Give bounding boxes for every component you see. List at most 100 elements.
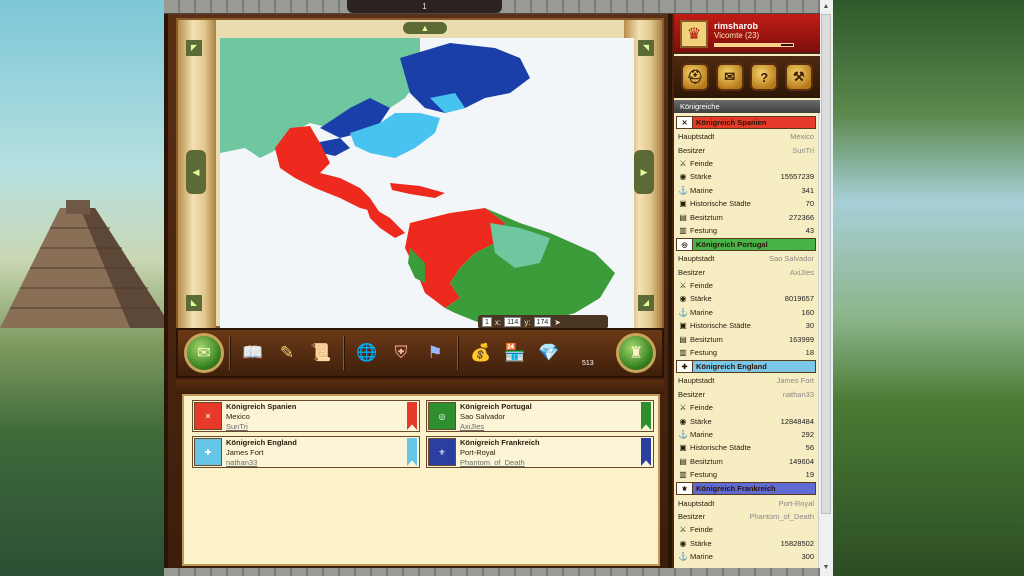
world-map[interactable] <box>220 38 634 330</box>
stat-value[interactable]: Phantom_of_Death <box>749 512 814 521</box>
stat-value[interactable]: AxiJIes <box>790 268 814 277</box>
americas-territory-map[interactable] <box>220 38 634 330</box>
treasure-button[interactable]: 💰 <box>467 339 495 367</box>
kingdom-card-owner-link[interactable]: SunTri <box>226 422 404 432</box>
stat-icon: ▤ <box>679 334 687 344</box>
stat-label-group: ▥ Festung <box>678 470 717 479</box>
kingdom-card-ribbon <box>407 402 417 430</box>
stat-value: 12848484 <box>780 416 814 426</box>
stat-label-group: ▣ Historische Städte <box>678 321 751 330</box>
gems-button[interactable]: 💎 <box>535 339 563 367</box>
quill-button[interactable]: ✎ <box>273 339 301 367</box>
scroll-document-icon: 📜 <box>310 343 332 362</box>
stat-value: Mexico <box>790 132 814 142</box>
book-icon: 📖 <box>242 343 264 362</box>
page-scrollbar[interactable]: ▲ ▼ <box>818 0 833 576</box>
stat-label: Hauptstadt <box>678 498 715 508</box>
stat-label-group: ▣ Historische Städte <box>678 199 751 208</box>
kingdom-card-flag-icon: ⚜ <box>428 438 456 466</box>
stat-icon: ◉ <box>679 294 687 304</box>
kingdom-card-flag-icon: ✚ <box>194 438 222 466</box>
settings-button[interactable]: ⚒ <box>784 63 813 91</box>
helmet-button[interactable]: ⛑ <box>681 63 710 91</box>
scroll-up-arrow-icon[interactable]: ▲ <box>821 2 831 12</box>
stat-label: Festung <box>690 225 718 235</box>
stat-value: 56 <box>805 443 814 453</box>
stat-icon: ⚔ <box>679 281 687 291</box>
map-nav-up-icon[interactable]: ▲ <box>403 22 447 34</box>
map-nav-up-left-icon[interactable]: ◤ <box>186 40 202 56</box>
map-nav-left-icon[interactable]: ◀ <box>186 150 206 194</box>
stat-value: 272366 <box>788 212 814 222</box>
stat-label-group: ⚔ Feinde <box>678 525 713 534</box>
stat-label-group: ◉ Stärke <box>678 417 712 426</box>
stat-label: Feinde <box>690 158 713 168</box>
stat-icon: ▤ <box>679 456 687 466</box>
go-arrow-icon[interactable]: ➤ <box>554 318 561 327</box>
map-nav-down-left-icon[interactable]: ◣ <box>186 295 202 311</box>
kingdom-card[interactable]: ◎ Königreich Portugal Sao Salvador AxiJIes <box>426 400 654 432</box>
stat-label: Historische Städte <box>690 199 751 209</box>
page-select[interactable]: 1 <box>482 317 492 327</box>
crest-button[interactable]: ⛨ <box>387 339 415 367</box>
globe-button[interactable]: 🌐 <box>353 339 381 367</box>
kingdom-header[interactable]: ✕ Königreich Spanien <box>676 116 816 129</box>
stat-label: Marine <box>690 185 713 195</box>
info-panel-header <box>176 380 664 394</box>
scrollbar-thumb[interactable] <box>821 14 831 514</box>
stat-value[interactable]: SunTri <box>792 146 814 155</box>
map-nav-right-icon[interactable]: ▶ <box>634 150 654 194</box>
y-coordinate-field[interactable]: 174 <box>533 317 552 327</box>
kingdom-card-ribbon <box>407 438 417 466</box>
stat-label-group: ⚓ Marine <box>678 430 713 439</box>
kingdom-card[interactable]: ✕ Königreich Spanien Mexico SunTri <box>192 400 420 432</box>
stat-icon: ▥ <box>679 348 687 358</box>
messages-icon: ✉ <box>724 69 736 84</box>
map-nav-down-right-icon[interactable]: ◢ <box>638 295 654 311</box>
pyramid-illustration <box>0 200 172 328</box>
scroll-document-button[interactable]: 📜 <box>307 339 335 367</box>
stat-label: Historische Städte <box>690 443 751 453</box>
stat-icon: ⚓ <box>678 185 688 195</box>
castle-button[interactable]: ♜ <box>616 333 656 373</box>
stat-label-group: ▤ Besitztum <box>678 457 723 466</box>
x-coordinate-field[interactable]: 114 <box>504 317 522 327</box>
kingdom-card-owner-link[interactable]: AxiJIes <box>460 422 638 432</box>
map-nav-up-right-icon[interactable]: ◥ <box>638 40 654 56</box>
kingdom-card-capital: Sao Salvador <box>460 412 506 421</box>
kingdom-stat-row: ▥ Festung 18 <box>676 346 816 359</box>
kingdom-card-text: Königreich Frankreich Port-Royal Phantom_o… <box>457 437 641 467</box>
player-avatar-icon[interactable]: ♛ <box>680 20 708 48</box>
kingdom-stat-row: Hauptstadt Port-Royal <box>676 496 816 509</box>
kingdom-card-owner-link[interactable]: nathan33 <box>226 458 404 468</box>
stat-label: Besitztum <box>690 456 723 466</box>
map-panel: ▲ ◀ ▶ ◤ ◥ ◣ ◢ 1 x: 114 y: 174 ➤ <box>176 18 664 330</box>
scroll-down-arrow-icon[interactable]: ▼ <box>821 563 831 573</box>
book-button[interactable]: 📖 <box>239 339 267 367</box>
kingdom-header[interactable]: ✚ Königreich England <box>676 360 816 374</box>
stat-label: Historische Städte <box>690 321 751 331</box>
kingdom-card[interactable]: ✚ Königreich England James Fort nathan33 <box>192 436 420 468</box>
shop-button[interactable]: 🏪 <box>501 339 529 367</box>
coordinate-bar: 1 x: 114 y: 174 ➤ <box>478 315 608 329</box>
map-scroll-button[interactable]: ✉ <box>184 333 224 373</box>
kingdom-header[interactable]: ⚜ Königreich Frankreich <box>676 482 816 496</box>
stat-label: Besitzer <box>678 145 706 155</box>
kingdom-name: Königreich England <box>696 362 767 372</box>
kingdom-card-text: Königreich Spanien Mexico SunTri <box>223 401 407 431</box>
stat-label-group: ▥ Festung <box>678 348 717 357</box>
kingdom-stat-row: ◉ Stärke 12848484 <box>676 414 816 427</box>
stat-value[interactable]: nathan33 <box>783 390 814 399</box>
help-button[interactable]: ? <box>750 63 779 91</box>
kingdom-stat-row: Hauptstadt James Fort <box>676 374 816 387</box>
kingdom-card-owner-link[interactable]: Phantom_of_Death <box>460 458 638 468</box>
stat-value: Sao Salvador <box>768 254 814 264</box>
banner-button[interactable]: ⚑ <box>421 339 449 367</box>
kingdom-header[interactable]: ◎ Königreich Portugal <box>676 238 816 252</box>
stat-icon: ▥ <box>679 470 687 480</box>
messages-button[interactable]: ✉ <box>715 63 744 91</box>
kingdom-name: Königreich Portugal <box>696 240 768 250</box>
player-profile[interactable]: ♛ rimsharob Vicomte (23) <box>674 14 820 54</box>
kingdom-card-name: Königreich Frankreich <box>460 438 540 447</box>
kingdom-card[interactable]: ⚜ Königreich Frankreich Port-Royal Phantom_… <box>426 436 654 468</box>
